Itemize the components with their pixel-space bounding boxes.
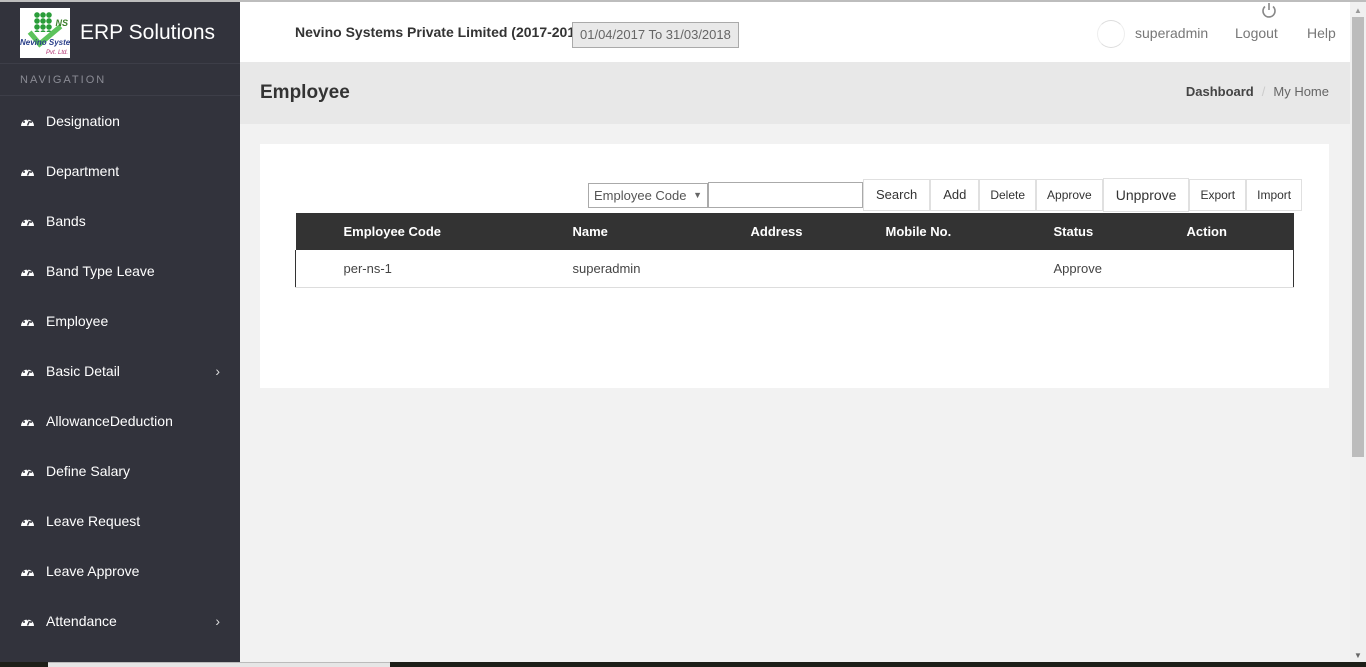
cell-address	[751, 250, 886, 287]
dashboard-icon	[20, 565, 35, 577]
dashboard-icon	[20, 265, 35, 277]
brand-title[interactable]: ERP Solutions	[80, 21, 215, 45]
page-scrollbar[interactable]: ▲ ▼	[1350, 2, 1366, 662]
help-link[interactable]: Help	[1307, 25, 1336, 41]
sidebar-item-label: Band Type Leave	[46, 263, 155, 279]
sidebar-item-leave-request[interactable]: Leave Request	[0, 496, 240, 546]
column-header-status[interactable]: Status	[1054, 213, 1187, 250]
brand: NS Nevino Systems Pvt. Ltd. ERP Solution…	[0, 2, 240, 64]
table-toolbar: Employee Code ▼ Search Add Delete Approv…	[588, 178, 1303, 212]
dashboard-icon	[20, 465, 35, 477]
search-field-select[interactable]: Employee Code ▼	[588, 183, 708, 208]
approve-button[interactable]: Approve	[1036, 179, 1103, 211]
dashboard-icon	[20, 115, 35, 127]
column-header-employee-code[interactable]: Employee Code	[344, 213, 573, 250]
logo-name-text: Nevino Systems	[20, 37, 70, 47]
breadcrumb-current: My Home	[1273, 84, 1329, 99]
dashboard-icon	[20, 365, 35, 377]
sidebar-item-label: Basic Detail	[46, 363, 120, 379]
company-logo[interactable]: NS Nevino Systems Pvt. Ltd.	[20, 7, 70, 58]
employee-panel: Employee Code ▼ Search Add Delete Approv…	[260, 144, 1329, 388]
add-button[interactable]: Add	[930, 179, 980, 211]
dashboard-icon	[20, 315, 35, 327]
sidebar-item-label: Leave Request	[46, 513, 141, 529]
sidebar: NS Nevino Systems Pvt. Ltd. ERP Solution…	[0, 2, 240, 662]
sidebar-item-define-salary[interactable]: Define Salary	[0, 446, 240, 496]
sidebar-item-department[interactable]: Department	[0, 146, 240, 196]
breadcrumb: Dashboard / My Home	[1186, 84, 1329, 99]
sidebar-item-bands[interactable]: Bands	[0, 196, 240, 246]
dashboard-icon	[20, 615, 35, 627]
sidebar-item-band-type-leave[interactable]: Band Type Leave	[0, 246, 240, 296]
breadcrumb-separator: /	[1261, 84, 1266, 99]
column-header-address[interactable]: Address	[751, 213, 886, 250]
nav-header: NAVIGATION	[0, 64, 240, 96]
sidebar-item-attendance[interactable]: Attendance ›	[0, 596, 240, 646]
top-header: Nevino Systems Private Limited (2017-201…	[240, 2, 1350, 62]
scroll-down-arrow-icon[interactable]: ▼	[1354, 651, 1362, 660]
row-spacer	[296, 250, 344, 287]
export-button[interactable]: Export	[1189, 179, 1247, 211]
sidebar-item-designation[interactable]: Designation	[0, 96, 240, 146]
dashboard-icon	[20, 215, 35, 227]
scrollbar-thumb[interactable]	[1352, 17, 1364, 457]
nav-list: Designation Department Bands Band Type Leav…	[0, 96, 240, 646]
taskbar-segment	[48, 662, 390, 667]
user-name[interactable]: superadmin	[1135, 25, 1208, 41]
logout-link[interactable]: Logout	[1235, 25, 1278, 41]
sidebar-item-leave-approve[interactable]: Leave Approve	[0, 546, 240, 596]
sidebar-item-label: AllowanceDeduction	[46, 413, 173, 429]
power-icon[interactable]	[1259, 2, 1279, 20]
table-header-row: Employee Code Name Address Mobile No. St…	[295, 213, 1294, 250]
cell-mobile	[886, 250, 1054, 287]
import-button[interactable]: Import	[1246, 179, 1303, 211]
employee-table: Employee Code Name Address Mobile No. St…	[295, 213, 1294, 288]
sidebar-item-label: Bands	[46, 213, 86, 229]
sidebar-item-employee[interactable]: Employee	[0, 296, 240, 346]
sidebar-item-label: Define Salary	[46, 463, 131, 479]
financial-year-range[interactable]: 01/04/2017 To 31/03/2018	[572, 22, 739, 48]
chevron-right-icon[interactable]: ›	[215, 613, 220, 629]
scroll-up-arrow-icon[interactable]: ▲	[1354, 6, 1362, 15]
delete-button[interactable]: Delete	[979, 179, 1037, 211]
column-header-name[interactable]: Name	[573, 213, 751, 250]
page-title: Employee	[260, 82, 350, 103]
page-title-bar: Employee Dashboard / My Home	[240, 62, 1350, 124]
breadcrumb-dashboard[interactable]: Dashboard	[1186, 84, 1254, 99]
user-avatar[interactable]	[1097, 20, 1125, 48]
search-button[interactable]: Search	[863, 179, 931, 211]
sidebar-item-label: Leave Approve	[46, 563, 140, 579]
logo-pvt-text: Pvt. Ltd.	[45, 49, 68, 56]
table-body: per-ns-1 superadmin Approve	[295, 250, 1294, 287]
header-spacer	[296, 213, 344, 250]
company-name: Nevino Systems Private Limited (2017-201…	[295, 24, 588, 40]
sidebar-item-label: Designation	[46, 113, 120, 129]
dashboard-icon	[20, 165, 35, 177]
column-header-mobile[interactable]: Mobile No.	[886, 213, 1054, 250]
cell-status: Approve	[1053, 260, 1102, 276]
sidebar-item-label: Department	[46, 163, 120, 179]
taskbar-strip	[0, 662, 1366, 667]
sidebar-item-basic-detail[interactable]: Basic Detail ›	[0, 346, 240, 396]
cell-action	[1187, 250, 1294, 287]
column-header-action: Action	[1186, 224, 1227, 239]
chevron-right-icon[interactable]: ›	[215, 363, 220, 379]
window-top-border	[0, 0, 1366, 2]
unapprove-button[interactable]: Unpprove	[1102, 178, 1190, 212]
cell-name: superadmin	[572, 260, 641, 276]
chevron-down-icon: ▼	[693, 190, 702, 200]
logo-ns-text: NS	[55, 17, 68, 28]
sidebar-item-label: Employee	[46, 313, 109, 329]
dashboard-icon	[20, 415, 35, 427]
sidebar-item-allowancededuction[interactable]: AllowanceDeduction	[0, 396, 240, 446]
search-field-selected: Employee Code	[594, 188, 687, 203]
search-input[interactable]	[708, 182, 863, 208]
table-row[interactable]: per-ns-1 superadmin Approve	[295, 250, 1294, 287]
dashboard-icon	[20, 515, 35, 527]
cell-employee-code: per-ns-1	[343, 260, 392, 276]
sidebar-item-label: Attendance	[46, 613, 117, 629]
